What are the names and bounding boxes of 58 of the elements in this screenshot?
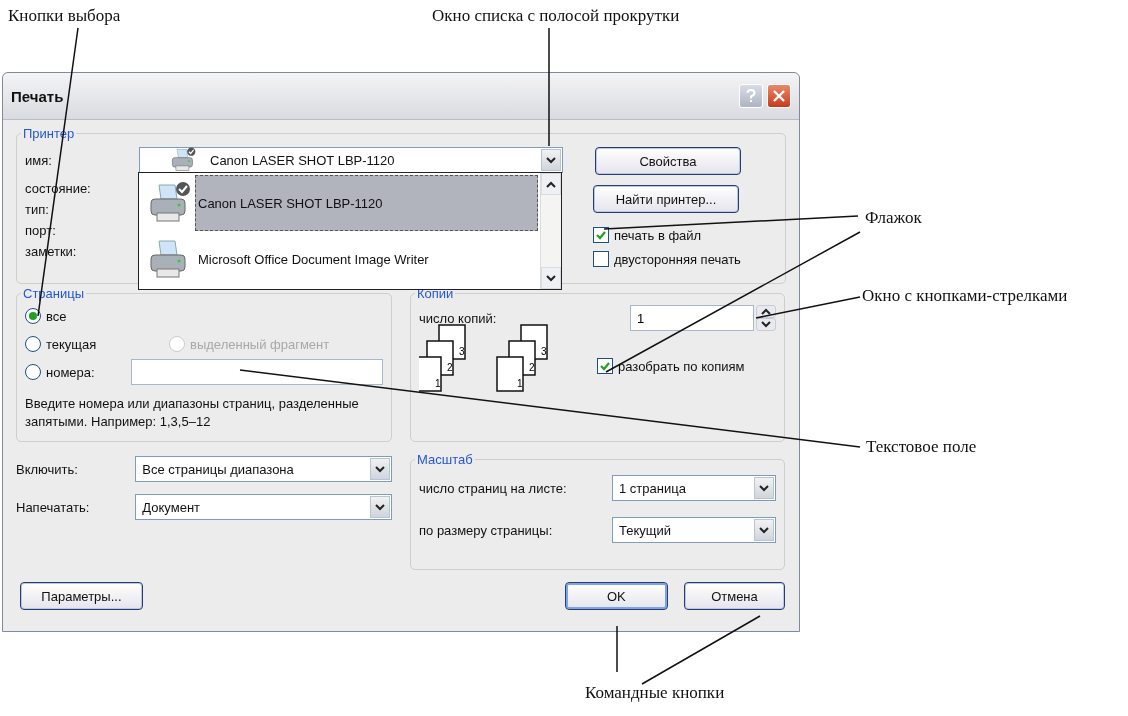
- chevron-down-icon: [546, 274, 556, 282]
- leader-line: [616, 625, 618, 673]
- chevron-down-icon: [546, 156, 556, 164]
- checkbox[interactable]: двусторонняя печать: [593, 251, 741, 267]
- checkmark-icon: [600, 361, 610, 371]
- radio-label: номера:: [46, 364, 95, 380]
- field-label: Включить:: [16, 461, 79, 477]
- spin-buttons[interactable]: [756, 305, 776, 331]
- field-label: число страниц на листе:: [419, 480, 567, 496]
- chevron-down-icon: [759, 484, 769, 492]
- dialog-button[interactable]: OK: [564, 582, 668, 610]
- copies-input[interactable]: 1: [630, 305, 754, 331]
- dropdown[interactable]: 1 страница: [612, 475, 776, 501]
- dropdown[interactable]: Все страницы диапазона: [135, 456, 392, 482]
- dropdown[interactable]: Текущий: [612, 517, 776, 543]
- radio-button[interactable]: [25, 336, 41, 352]
- checkbox[interactable]: печать в файл: [593, 227, 741, 243]
- window-title: Печать: [11, 87, 64, 105]
- field-label: имя:: [25, 153, 53, 168]
- group-title: Масштаб: [416, 452, 474, 467]
- checkbox[interactable]: разобрать по копиям: [597, 358, 745, 374]
- printer-dropdown[interactable]: Canon LASER SHOT LBP-1120: [139, 147, 563, 173]
- chevron-down-icon: [375, 503, 385, 511]
- hint-text: Введите номера или диапазоны страниц, разделенные запятыми. Например: 1,3,5–12: [25, 395, 360, 431]
- printer-list-item[interactable]: Microsoft Office Document Image Writer: [141, 231, 538, 287]
- radio-label: все: [46, 308, 67, 324]
- scrollbar[interactable]: [540, 173, 561, 289]
- callout-label: Текстовое поле: [866, 437, 977, 457]
- dialog-button[interactable]: Отмена: [683, 582, 785, 610]
- callout-label: Флажок: [865, 208, 922, 228]
- field-label: число копий:: [419, 310, 497, 326]
- callout-label: Окно с кнопками-стрелками: [862, 286, 1068, 306]
- callout-label: Командные кнопки: [585, 683, 725, 703]
- callout-label: Окно списка с полосой прокрутки: [432, 6, 680, 26]
- close-button[interactable]: [767, 84, 791, 108]
- group-title: Копии: [416, 286, 455, 301]
- field-label: Напечатать:: [16, 499, 91, 515]
- close-icon: [773, 90, 785, 102]
- chevron-down-icon: [375, 465, 385, 473]
- field-label: тип:: [25, 202, 50, 217]
- checkmark-icon: [596, 230, 606, 240]
- chevron-down-icon: [759, 526, 769, 534]
- field-label: по размеру страницы:: [419, 522, 553, 538]
- dialog-button[interactable]: Свойства: [595, 147, 741, 175]
- dialog-button[interactable]: Параметры...: [20, 582, 143, 610]
- page-numbers-input[interactable]: [131, 359, 383, 385]
- chevron-down-icon: [761, 321, 771, 328]
- chevron-up-icon: [546, 180, 556, 188]
- question-mark-icon: [746, 89, 756, 103]
- dialog-button[interactable]: Найти принтер...: [593, 185, 739, 213]
- dropdown[interactable]: Документ: [135, 494, 392, 520]
- callout-label: Кнопки выбора: [8, 6, 121, 26]
- radio-button[interactable]: [25, 364, 41, 380]
- radio-label: текущая: [46, 336, 97, 352]
- radio-label: выделенный фрагмент: [190, 336, 330, 352]
- chevron-up-icon: [761, 308, 771, 315]
- collate-pages-drawing: 3 2 1 3 2 1: [419, 323, 579, 395]
- radio-button[interactable]: [25, 308, 41, 324]
